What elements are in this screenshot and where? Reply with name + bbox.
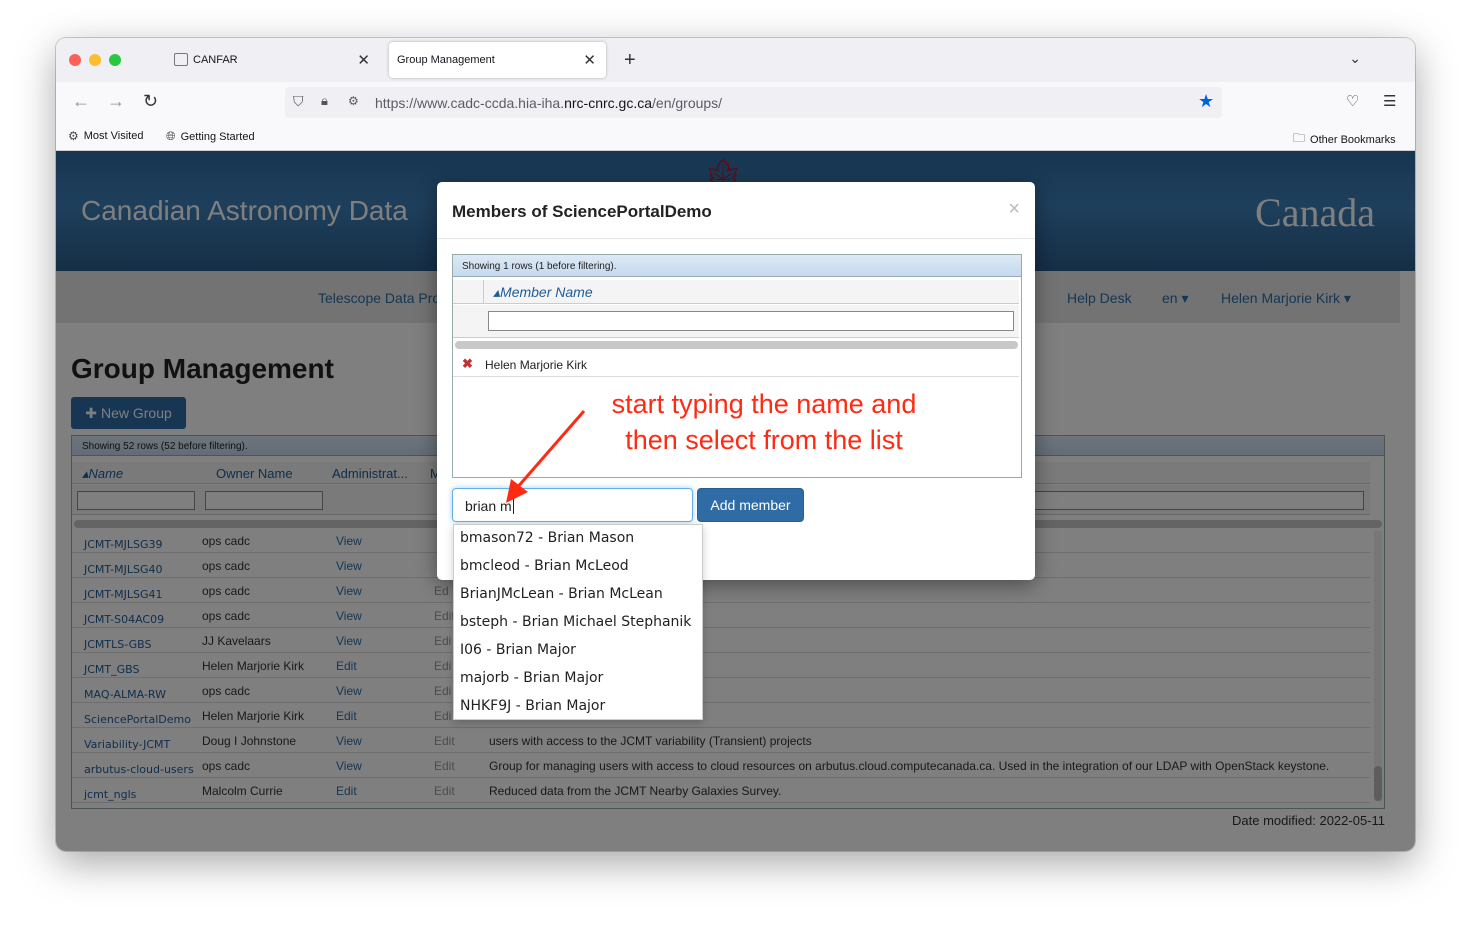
annotation-line-2: then select from the list [625, 425, 903, 455]
table-row: ✖ Helen Marjorie Kirk [453, 351, 1019, 377]
suggestion-item[interactable]: bmason72 - Brian Mason [454, 525, 702, 553]
suggestion-item[interactable]: BrianJMcLean - Brian McLean [454, 581, 702, 609]
back-arrow-icon[interactable]: ← [72, 91, 90, 112]
pocket-icon[interactable]: ♡ [1346, 92, 1359, 110]
bookmark-label: Most Visited [83, 130, 144, 142]
bookmark-getting-started[interactable]: 🌐︎ Getting Started [166, 129, 255, 144]
browser-window: CANFAR ✕ Group Management ✕ + ⌄ ← → ↻ ⛉ … [56, 38, 1415, 851]
url-domain: nrc-cnrc.gc.ca [564, 95, 653, 111]
tab-title: CANFAR [193, 54, 238, 66]
input-value: brian m [465, 498, 512, 514]
url-prefix: https://www.cadc-ccda.hia-iha. [375, 95, 565, 111]
annotation-text: start typing the name and then select fr… [584, 386, 944, 458]
add-member-input[interactable]: brian m [452, 488, 693, 522]
member-filter-input[interactable] [488, 311, 1014, 331]
minimize-window-button[interactable] [89, 54, 101, 66]
tab-canfar[interactable]: CANFAR ✕ [162, 42, 380, 78]
bookmark-star-icon[interactable]: ★ [1198, 91, 1214, 112]
tab-bar: CANFAR ✕ Group Management ✕ + ⌄ [56, 38, 1415, 82]
other-bookmarks[interactable]: 🗀 Other Bookmarks [1293, 129, 1396, 150]
annotation-line-1: start typing the name and [611, 389, 917, 419]
shield-icon[interactable]: ⛉ [293, 93, 304, 110]
text-cursor [512, 498, 514, 514]
canfar-favicon-icon [174, 53, 188, 66]
url-text[interactable]: https://www.cadc-ccda.hia-iha.nrc-cnrc.g… [375, 95, 722, 111]
members-scrollbar[interactable] [455, 341, 1018, 349]
permissions-icon[interactable]: ⚙︎ [348, 94, 359, 108]
web-page: 🍁︎ Canadian Astronomy Data Canada Telesc… [56, 151, 1415, 851]
other-bookmarks-label: Other Bookmarks [1310, 133, 1396, 146]
close-tab-icon[interactable]: ✕ [583, 51, 596, 69]
suggestion-item[interactable]: bsteph - Brian Michael Stephanik [454, 609, 702, 637]
close-window-button[interactable] [69, 54, 81, 66]
close-tab-icon[interactable]: ✕ [357, 51, 370, 69]
chevron-down-icon[interactable]: ⌄ [1349, 50, 1361, 67]
hamburger-menu-icon[interactable]: ☰ [1383, 92, 1396, 110]
dialog-title: Members of SciencePortalDemo [452, 202, 712, 221]
bookmark-label: Getting Started [180, 130, 255, 143]
tab-title: Group Management [397, 54, 495, 66]
column-member-name[interactable]: ▴Member Name [493, 284, 593, 301]
member-name: Helen Marjorie Kirk [485, 358, 588, 372]
close-icon[interactable]: × [1008, 198, 1020, 221]
suggestion-item[interactable]: majorb - Brian Major [454, 665, 702, 693]
forward-arrow-icon[interactable]: → [107, 91, 125, 112]
url-path: /en/groups/ [652, 95, 723, 111]
members-table-header: ▴Member Name [453, 280, 1019, 304]
remove-member-icon[interactable]: ✖ [462, 356, 473, 372]
add-member-button[interactable]: Add member [697, 488, 804, 522]
bookmark-most-visited[interactable]: ⚙ Most Visited [68, 129, 143, 143]
bookmarks-bar: ⚙ Most Visited 🌐︎ Getting Started 🗀 Othe… [56, 122, 1415, 151]
url-bar[interactable]: ⛉ 🔒︎ ⚙︎ https://www.cadc-ccda.hia-iha.nr… [285, 87, 1222, 118]
gear-icon: ⚙ [68, 129, 79, 143]
suggestion-item[interactable]: NHKF9J - Brian Major [454, 693, 702, 721]
suggestion-item[interactable]: I06 - Brian Major [454, 637, 702, 665]
members-dialog: Members of SciencePortalDemo × Showing 1… [437, 182, 1035, 580]
column-divider [483, 280, 484, 304]
folder-icon: 🗀 [1293, 131, 1306, 145]
tab-group-management[interactable]: Group Management ✕ [389, 42, 606, 78]
lock-icon[interactable]: 🔒︎ [321, 93, 328, 109]
suggestion-item[interactable]: bmcleod - Brian McLeod [454, 553, 702, 581]
zoom-window-button[interactable] [109, 54, 121, 66]
autocomplete-dropdown: bmason72 - Brian Mason bmcleod - Brian Mc… [453, 524, 703, 720]
reload-icon[interactable]: ↻ [143, 91, 158, 112]
dialog-divider [437, 238, 1035, 239]
column-label: Member Name [500, 284, 593, 300]
navigation-bar: ← → ↻ ⛉ 🔒︎ ⚙︎ https://www.cadc-ccda.hia-… [56, 82, 1415, 122]
members-filter-row [453, 305, 1019, 338]
globe-icon: 🌐︎ [166, 129, 176, 143]
new-tab-button[interactable]: + [624, 49, 636, 72]
members-table-status: Showing 1 rows (1 before filtering). [453, 255, 1021, 277]
